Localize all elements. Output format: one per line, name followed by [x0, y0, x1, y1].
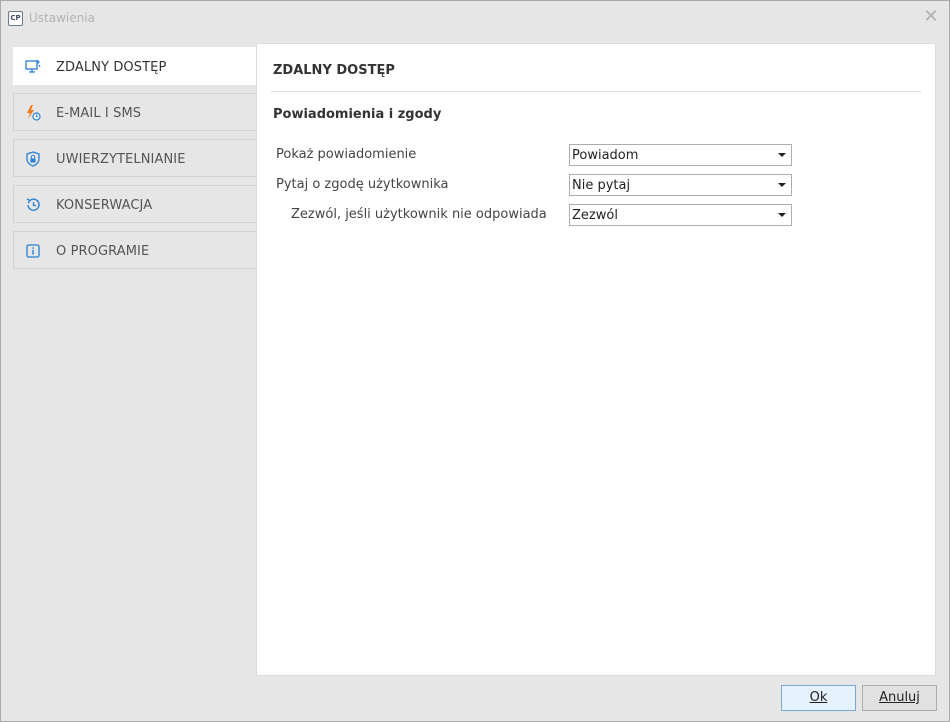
- sidebar-item-label: KONSERWACJA: [56, 198, 153, 213]
- chevron-down-icon: [778, 153, 786, 157]
- remote-monitor-icon: [25, 59, 41, 73]
- bolt-clock-icon: [27, 105, 41, 121]
- history-icon: [26, 198, 40, 211]
- ok-button[interactable]: Ok: [781, 685, 856, 711]
- section-title: Powiadomienia i zgody: [273, 107, 442, 122]
- show-notification-select[interactable]: Powiadom: [569, 144, 792, 166]
- select-value: Powiadom: [572, 148, 639, 163]
- sidebar-item-maintenance[interactable]: KONSERWACJA: [13, 185, 256, 223]
- divider: [271, 91, 921, 92]
- cancel-button-label: Anuluj: [879, 690, 920, 705]
- shield-lock-icon: [26, 151, 40, 167]
- sidebar-item-label: ZDALNY DOSTĘP: [56, 60, 167, 75]
- sidebar-item-label: UWIERZYTELNIANIE: [56, 152, 186, 167]
- sidebar-item-authentication[interactable]: UWIERZYTELNIANIE: [13, 139, 256, 177]
- info-icon: [26, 244, 40, 258]
- ask-consent-label: Pytaj o zgodę użytkownika: [276, 177, 449, 192]
- sidebar-item-label: O PROGRAMIE: [56, 244, 150, 259]
- settings-window: CP Ustawienia ✕ ZDALNY DOSTĘP E-MAIL I S…: [0, 0, 950, 722]
- chevron-down-icon: [778, 213, 786, 217]
- settings-panel: ZDALNY DOSTĘP Powiadomienia i zgody Poka…: [256, 43, 936, 676]
- chevron-down-icon: [778, 183, 786, 187]
- sidebar-item-remote-access[interactable]: ZDALNY DOSTĘP: [13, 47, 257, 85]
- app-logo-icon: CP: [8, 11, 23, 26]
- ok-button-label: Ok: [809, 690, 828, 705]
- cancel-button[interactable]: Anuluj: [862, 685, 937, 711]
- allow-if-no-response-label: Zezwól, jeśli użytkownik nie odpowiada: [291, 207, 547, 222]
- page-title: ZDALNY DOSTĘP: [273, 63, 395, 78]
- allow-if-no-response-select[interactable]: Zezwól: [569, 204, 792, 226]
- sidebar-item-about[interactable]: O PROGRAMIE: [13, 231, 256, 269]
- select-value: Nie pytaj: [572, 178, 631, 193]
- sidebar-item-email-sms[interactable]: E-MAIL I SMS: [13, 93, 256, 131]
- sidebar-item-label: E-MAIL I SMS: [56, 106, 142, 121]
- show-notification-label: Pokaż powiadomienie: [276, 147, 417, 162]
- window-title: Ustawienia: [29, 11, 95, 25]
- title-bar: CP Ustawienia ✕: [1, 1, 949, 35]
- ask-consent-select[interactable]: Nie pytaj: [569, 174, 792, 196]
- close-icon[interactable]: ✕: [923, 8, 939, 26]
- select-value: Zezwól: [572, 208, 618, 223]
- sidebar: ZDALNY DOSTĘP E-MAIL I SMS UWIERZYTELNIA…: [13, 47, 257, 277]
